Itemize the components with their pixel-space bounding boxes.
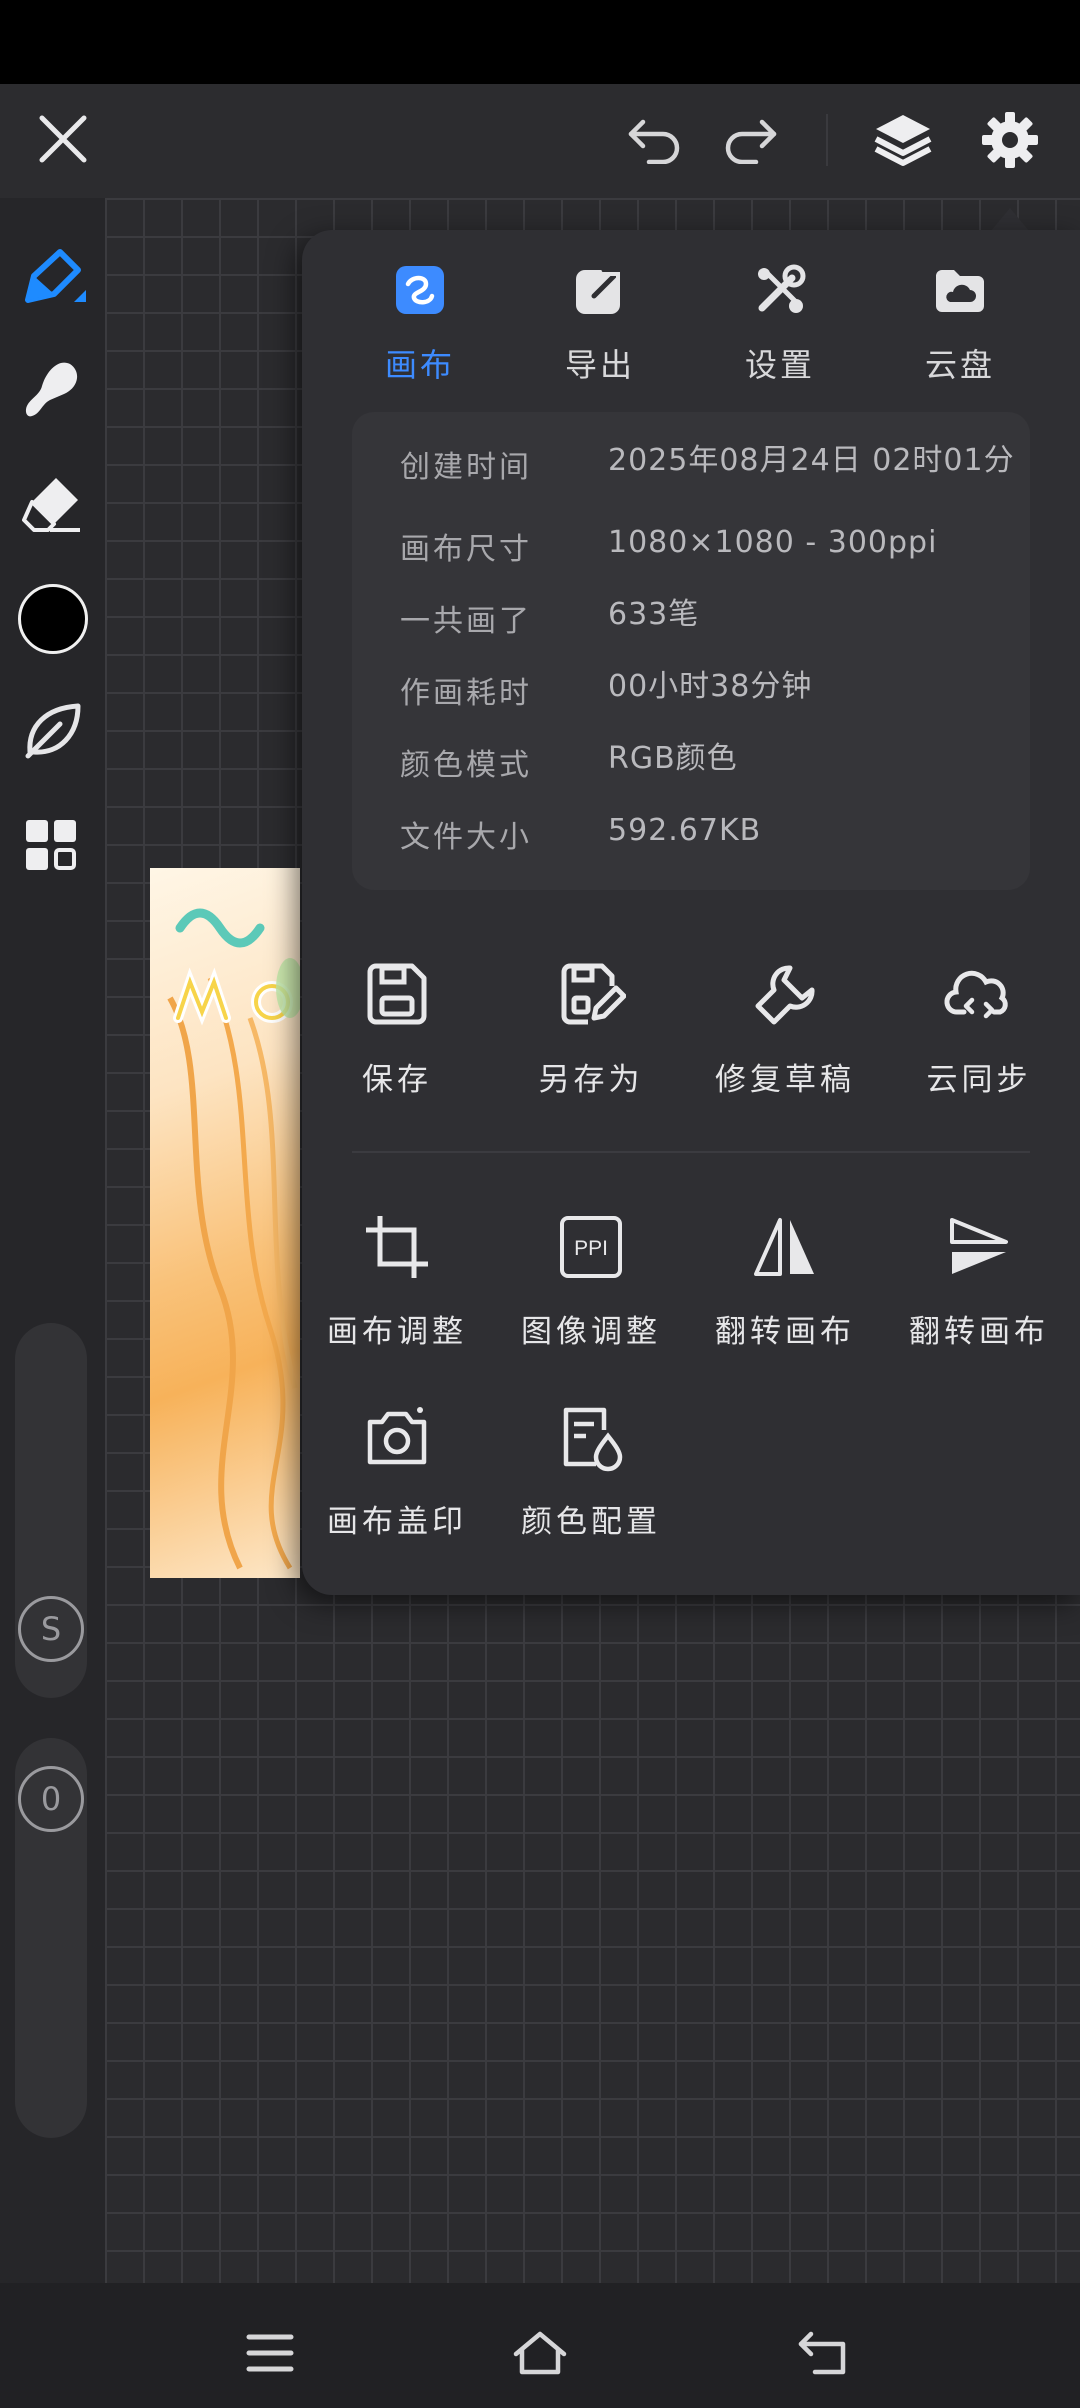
- cloud-drive-icon: [932, 262, 988, 318]
- top-toolbar: [0, 84, 1080, 198]
- save-label: 保存: [362, 1062, 432, 1098]
- save-as-button[interactable]: 另存为: [496, 960, 686, 1099]
- section-divider: [352, 1151, 1030, 1153]
- eraser-icon[interactable]: [12, 464, 92, 544]
- crop-icon: [362, 1212, 432, 1282]
- flip-canvas-horizontal-label: 翻转画布: [715, 1314, 855, 1350]
- undo-icon[interactable]: [620, 104, 690, 174]
- save-button[interactable]: 保存: [302, 960, 492, 1099]
- tab-cloud-drive-label: 云盘: [924, 346, 995, 384]
- home-icon[interactable]: [500, 2313, 580, 2393]
- canvas-tab-icon: [392, 262, 448, 318]
- leaf-brush-icon[interactable]: [14, 692, 90, 768]
- info-key: 一共画了: [400, 604, 532, 639]
- tools-icon: [752, 262, 808, 318]
- info-value: 1080×1080 - 300ppi: [608, 525, 938, 560]
- info-value: 2025年08月24日 02时01分: [608, 443, 1015, 478]
- canvas-info-card: 创建时间 2025年08月24日 02时01分 画布尺寸 1080×1080 -…: [352, 412, 1030, 890]
- canvas-adjust-button[interactable]: 画布调整: [302, 1212, 492, 1351]
- info-value: RGB颜色: [608, 741, 738, 776]
- flip-canvas-vertical-label: 翻转画布: [909, 1314, 1049, 1350]
- flip-canvas-vertical-button[interactable]: 翻转画布: [884, 1212, 1074, 1351]
- tab-settings[interactable]: 设置: [690, 262, 870, 386]
- cloud-sync-icon: [944, 960, 1014, 1030]
- info-value: 633笔: [608, 597, 700, 632]
- color-swatch[interactable]: [18, 584, 88, 654]
- redo-icon[interactable]: [715, 104, 785, 174]
- close-icon[interactable]: [28, 104, 98, 174]
- export-icon: [572, 262, 628, 318]
- image-adjust-label: 图像调整: [521, 1314, 661, 1350]
- info-key: 画布尺寸: [400, 532, 532, 567]
- color-profile-button[interactable]: 颜色配置: [496, 1402, 686, 1541]
- opacity-zero-label: 0: [40, 1780, 62, 1818]
- grid-panel-icon[interactable]: [16, 810, 88, 882]
- tab-export[interactable]: 导出: [510, 262, 690, 386]
- wrench-icon: [750, 960, 820, 1030]
- tab-settings-label: 设置: [744, 346, 815, 384]
- smudge-brush-icon[interactable]: [12, 350, 92, 430]
- size-s-badge[interactable]: S: [18, 1596, 84, 1662]
- cloud-sync-button[interactable]: 云同步: [884, 960, 1074, 1099]
- system-navigation-bar: [0, 2283, 1080, 2408]
- info-value: 00小时38分钟: [608, 669, 813, 704]
- canvas-settings-panel: 画布 导出 设置 云盘 创建时间 2025年08月24日 02时01分 画布尺寸…: [302, 230, 1080, 1595]
- flip-vertical-icon: [944, 1212, 1014, 1282]
- size-s-label: S: [40, 1610, 62, 1648]
- image-adjust-button[interactable]: PPI 图像调整: [496, 1212, 686, 1351]
- menu-icon[interactable]: [230, 2313, 310, 2393]
- status-bar: [0, 0, 1080, 84]
- canvas-stamp-button[interactable]: 画布盖印: [302, 1402, 492, 1541]
- tab-canvas-label: 画布: [384, 346, 455, 384]
- save-as-label: 另存为: [538, 1062, 644, 1098]
- toolbar-divider: [826, 114, 828, 166]
- repair-draft-button[interactable]: 修复草稿: [690, 960, 880, 1099]
- info-value: 592.67KB: [608, 813, 762, 848]
- tab-canvas[interactable]: 画布: [330, 262, 510, 386]
- camera-icon: [362, 1402, 432, 1472]
- settings-gear-icon[interactable]: [975, 102, 1045, 178]
- ppi-icon-text: PPI: [574, 1237, 608, 1260]
- save-as-icon: [556, 960, 626, 1030]
- flip-canvas-horizontal-button[interactable]: 翻转画布: [690, 1212, 880, 1351]
- canvas-artwork[interactable]: [150, 868, 300, 1578]
- tab-cloud-drive[interactable]: 云盘: [870, 262, 1050, 386]
- back-icon[interactable]: [785, 2313, 865, 2393]
- canvas-stamp-label: 画布盖印: [327, 1504, 467, 1540]
- repair-draft-label: 修复草稿: [715, 1062, 855, 1098]
- ppi-icon: PPI: [556, 1212, 626, 1282]
- opacity-zero-badge[interactable]: 0: [18, 1766, 84, 1832]
- pen-tool-icon[interactable]: [12, 238, 92, 318]
- cloud-sync-label: 云同步: [926, 1062, 1032, 1098]
- tab-export-label: 导出: [564, 346, 635, 384]
- info-key: 文件大小: [400, 820, 532, 855]
- flip-horizontal-icon: [750, 1212, 820, 1282]
- info-key: 创建时间: [400, 450, 532, 485]
- color-profile-label: 颜色配置: [521, 1504, 661, 1540]
- info-key: 颜色模式: [400, 748, 532, 783]
- info-key: 作画耗时: [400, 676, 532, 711]
- save-icon: [362, 960, 432, 1030]
- tool-sidebar: S 0: [0, 198, 105, 2283]
- color-profile-icon: [556, 1402, 626, 1472]
- canvas-adjust-label: 画布调整: [327, 1314, 467, 1350]
- panel-caret: [990, 208, 1030, 232]
- layers-icon[interactable]: [868, 102, 938, 178]
